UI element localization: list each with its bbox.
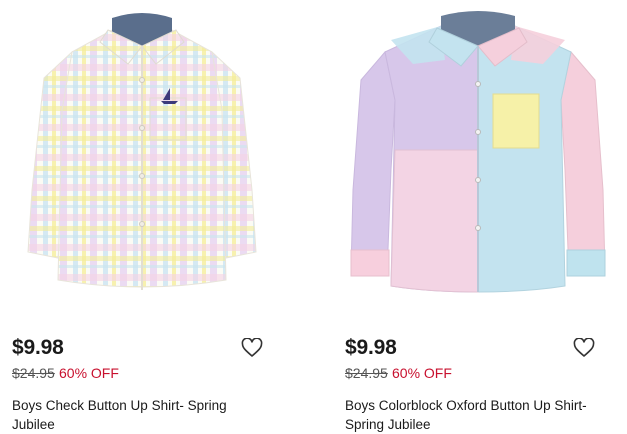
sale-price: $9.98 (345, 336, 397, 359)
heart-outline-icon[interactable] (241, 337, 263, 358)
heart-outline-icon[interactable] (573, 337, 595, 358)
discount-label: 60% OFF (392, 365, 452, 381)
product-name[interactable]: Boys Check Button Up Shirt- Spring Jubil… (12, 396, 267, 434)
product-grid: $9.98 $24.95 60% OFF Boys Check Button U… (0, 0, 627, 434)
product-card[interactable]: $9.98 $24.95 60% OFF Boys Colorblock Oxf… (333, 0, 623, 434)
product-card[interactable]: $9.98 $24.95 60% OFF Boys Check Button U… (0, 0, 290, 434)
product-image[interactable] (333, 0, 623, 300)
discount-label: 60% OFF (59, 365, 119, 381)
sale-price: $9.98 (12, 336, 64, 359)
original-price: $24.95 (12, 365, 55, 381)
original-price: $24.95 (345, 365, 388, 381)
product-name[interactable]: Boys Colorblock Oxford Button Up Shirt- … (345, 396, 610, 434)
product-image[interactable] (0, 0, 290, 300)
